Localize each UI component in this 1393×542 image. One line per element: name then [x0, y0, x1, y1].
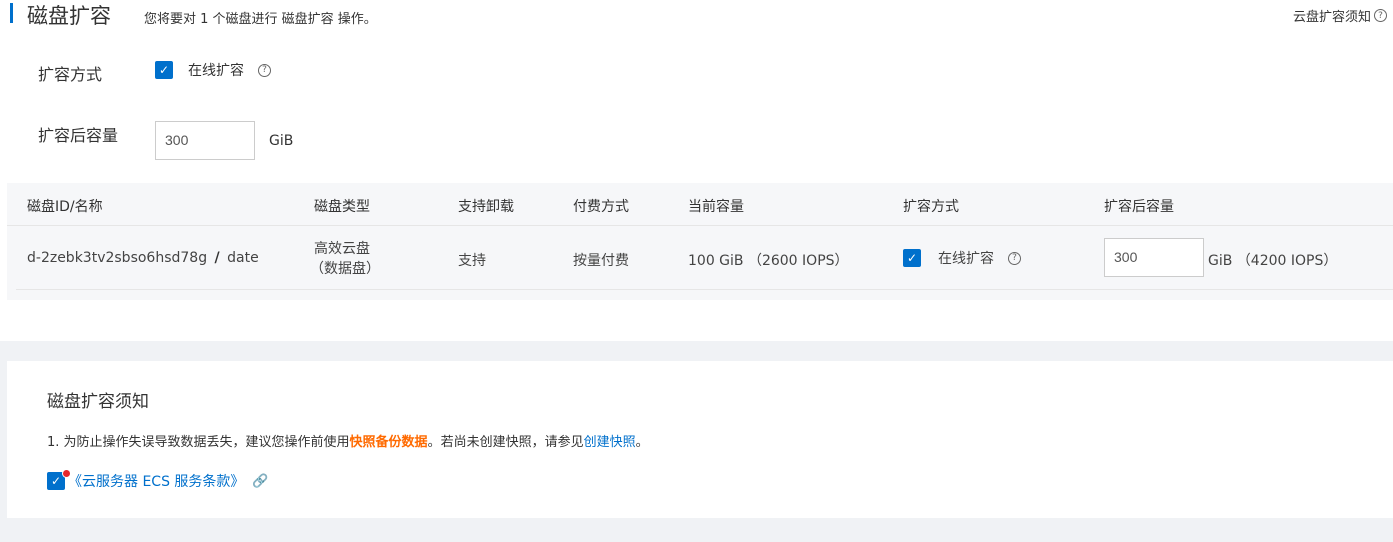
help-icon[interactable]: ? — [258, 63, 271, 77]
row-capacity-input[interactable]: 300 — [1104, 238, 1204, 277]
disk-type-name: 高效云盘 — [314, 241, 370, 257]
capacity-input[interactable]: 300 — [155, 121, 255, 160]
disk-type-category: （数据盘） — [310, 261, 380, 277]
terms-link[interactable]: 《云服务器 ECS 服务条款》 — [68, 471, 244, 491]
method-option[interactable]: ✓ 在线扩容 ? — [155, 60, 271, 80]
help-icon[interactable]: ? — [1374, 9, 1387, 22]
row-online-resize-label: 在线扩容 — [938, 251, 994, 267]
required-dot — [62, 469, 71, 478]
online-resize-label: 在线扩容 — [188, 63, 244, 79]
resize-notice-link[interactable]: 云盘扩容须知 ? — [1293, 6, 1387, 25]
disk-table: 磁盘ID/名称 磁盘类型 支持卸载 付费方式 当前容量 扩容方式 扩容后容量 d… — [7, 183, 1393, 300]
disk-name: date — [227, 250, 259, 266]
id-name-separator: / — [214, 250, 220, 266]
current-capacity-value: 100 GiB （2600 IOPS） — [688, 253, 849, 269]
row-capacity-suffix: GiB （4200 IOPS） — [1208, 253, 1338, 269]
method-label: 扩容方式 — [38, 65, 103, 84]
notice-item-1-suffix: 。 — [635, 435, 649, 450]
detachable-value: 支持 — [458, 253, 486, 269]
billing-value: 按量付费 — [573, 253, 629, 269]
disk-id: d-2zebk3tv2sbso6hsd78g — [27, 250, 208, 266]
link-icon[interactable]: 🔗 — [252, 474, 268, 489]
col-header-detachable: 支持卸载 — [458, 199, 514, 215]
disk-type: 高效云盘 （数据盘） — [310, 239, 380, 279]
row-online-resize-checkbox[interactable]: ✓ — [903, 249, 921, 267]
notice-title: 磁盘扩容须知 — [47, 392, 149, 412]
capacity-unit: GiB — [269, 133, 294, 149]
notice-item-1: 1. 为防止操作失误导致数据丢失，建议您操作前使用快照备份数据。若尚未创建快照，… — [47, 431, 649, 450]
col-header-current-capacity: 当前容量 — [688, 199, 744, 215]
create-snapshot-link[interactable]: 创建快照 — [584, 435, 636, 450]
snapshot-backup-text: 快照备份数据 — [349, 435, 428, 450]
col-header-disk-type: 磁盘类型 — [314, 199, 370, 215]
page-title: 磁盘扩容 — [27, 4, 111, 28]
col-header-resize-method: 扩容方式 — [903, 199, 959, 215]
col-header-disk-id: 磁盘ID/名称 — [27, 199, 103, 215]
table-row-disk: d-2zebk3tv2sbso6hsd78g / date — [27, 250, 259, 266]
resize-notice-panel: 磁盘扩容须知 1. 为防止操作失误导致数据丢失，建议您操作前使用快照备份数据。若… — [7, 361, 1393, 518]
online-resize-checkbox[interactable]: ✓ — [155, 61, 173, 79]
notice-item-1-middle: 。若尚未创建快照，请参见 — [427, 435, 584, 450]
notice-item-1-prefix: 1. 为防止操作失误导致数据丢失，建议您操作前使用 — [47, 435, 350, 450]
page-subtitle: 您将要对 1 个磁盘进行 磁盘扩容 操作。 — [144, 12, 377, 27]
resize-notice-link-label: 云盘扩容须知 — [1292, 10, 1371, 25]
header-divider — [7, 225, 1393, 226]
terms-row: ✓ 《云服务器 ECS 服务条款》 🔗 — [47, 469, 269, 491]
disk-resize-panel: 磁盘扩容 您将要对 1 个磁盘进行 磁盘扩容 操作。 云盘扩容须知 ? 扩容方式… — [0, 0, 1393, 341]
help-icon[interactable]: ? — [1008, 251, 1021, 265]
col-header-new-capacity: 扩容后容量 — [1104, 199, 1174, 215]
row-divider — [16, 289, 1393, 290]
capacity-label: 扩容后容量 — [38, 126, 119, 145]
title-accent-bar — [10, 3, 13, 23]
col-header-billing: 付费方式 — [573, 199, 629, 215]
row-method-option[interactable]: ✓ 在线扩容 ? — [903, 248, 1021, 268]
terms-checkbox-wrap[interactable]: ✓ — [47, 469, 71, 490]
